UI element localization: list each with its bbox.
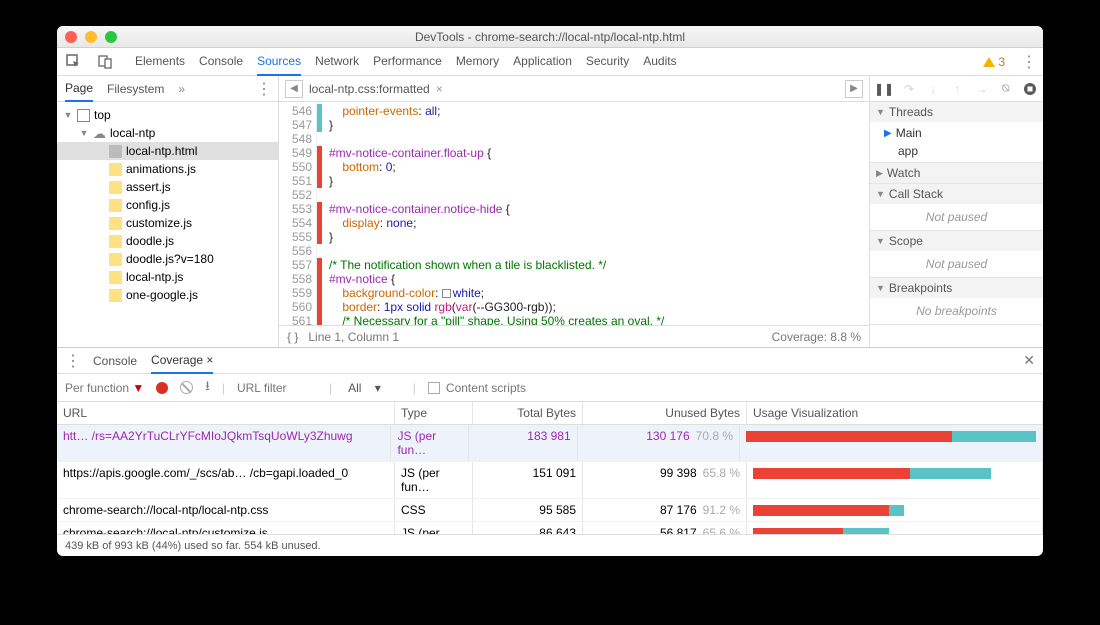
record-icon[interactable] bbox=[156, 382, 168, 394]
tab-filesystem[interactable]: Filesystem bbox=[107, 77, 164, 101]
file-tab[interactable]: local-ntp.css:formatted × bbox=[309, 82, 443, 96]
js-icon bbox=[109, 163, 122, 176]
col-4[interactable]: Usage Visualization bbox=[747, 402, 1043, 424]
content-scripts-checkbox[interactable]: Content scripts bbox=[428, 381, 526, 395]
coverage-summary: 439 kB of 993 kB (44%) used so far. 554 … bbox=[57, 534, 1043, 556]
coverage-table: URLTypeTotal BytesUnused BytesUsage Visu… bbox=[57, 402, 1043, 534]
navigator-sidebar: Page Filesystem » ⋮ ▼top▼☁local-ntplocal… bbox=[57, 76, 279, 347]
titlebar: DevTools - chrome-search://local-ntp/loc… bbox=[57, 26, 1043, 48]
table-row[interactable]: htt… /rs=AA2YrTuCLrYFcMIoJQkmTsqUoWLy3Zh… bbox=[57, 425, 1043, 462]
tree-item[interactable]: doodle.js?v=180 bbox=[57, 250, 278, 268]
tab-application[interactable]: Application bbox=[513, 48, 572, 76]
clear-icon[interactable] bbox=[180, 381, 193, 394]
js-icon bbox=[109, 235, 122, 248]
tree-item[interactable]: local-ntp.js bbox=[57, 268, 278, 286]
tab-coverage[interactable]: Coverage × bbox=[151, 348, 213, 374]
editor-pane: ◀ local-ntp.css:formatted × ▶ 5465475485… bbox=[279, 76, 870, 347]
coverage-mode-select[interactable]: Per function ▼ bbox=[65, 381, 144, 395]
col-0[interactable]: URL bbox=[57, 402, 395, 424]
tree-item[interactable]: config.js bbox=[57, 196, 278, 214]
history-back-icon[interactable]: ◀ bbox=[285, 80, 303, 98]
section-breakpoints[interactable]: ▼Breakpoints bbox=[870, 278, 1043, 298]
pause-exceptions-icon[interactable] bbox=[1023, 81, 1037, 97]
inspect-icon[interactable] bbox=[65, 54, 81, 70]
html-icon bbox=[109, 145, 122, 158]
step-icon[interactable]: → bbox=[975, 81, 989, 97]
tab-console[interactable]: Console bbox=[93, 349, 137, 373]
section-callstack[interactable]: ▼Call Stack bbox=[870, 184, 1043, 204]
js-icon bbox=[109, 253, 122, 266]
warning-icon bbox=[983, 57, 995, 67]
close-icon[interactable]: ✕ bbox=[1023, 352, 1035, 369]
thread-app[interactable]: app bbox=[870, 142, 1043, 160]
tree-item[interactable]: ▼top bbox=[57, 106, 278, 124]
type-filter-select[interactable]: All ▾ bbox=[344, 381, 401, 395]
more-tabs-icon[interactable]: » bbox=[178, 82, 185, 96]
devtools-window: DevTools - chrome-search://local-ntp/loc… bbox=[57, 26, 1043, 556]
tab-network[interactable]: Network bbox=[315, 48, 359, 76]
section-threads[interactable]: ▼Threads bbox=[870, 102, 1043, 122]
step-out-icon[interactable]: ↑ bbox=[950, 81, 964, 97]
section-watch[interactable]: ▶Watch bbox=[870, 163, 1043, 183]
tab-memory[interactable]: Memory bbox=[456, 48, 499, 76]
thread-main[interactable]: ▶Main bbox=[870, 124, 1043, 142]
section-scope[interactable]: ▼Scope bbox=[870, 231, 1043, 251]
step-into-icon[interactable]: ↓ bbox=[926, 81, 940, 97]
tree-item[interactable]: one-google.js bbox=[57, 286, 278, 304]
tab-audits[interactable]: Audits bbox=[643, 48, 676, 76]
table-row[interactable]: chrome-search://local-ntp/customize.jsJS… bbox=[57, 522, 1043, 534]
format-icon[interactable]: { } bbox=[287, 330, 298, 344]
deactivate-bp-icon[interactable]: ⍉ bbox=[999, 81, 1013, 97]
col-3[interactable]: Unused Bytes bbox=[583, 402, 747, 424]
tab-security[interactable]: Security bbox=[586, 48, 629, 76]
cursor-position: Line 1, Column 1 bbox=[308, 330, 399, 344]
cloud-icon: ☁ bbox=[93, 127, 106, 140]
warnings-badge[interactable]: 3 bbox=[983, 55, 1005, 69]
close-icon[interactable]: × bbox=[436, 82, 443, 96]
tree-item[interactable]: customize.js bbox=[57, 214, 278, 232]
col-1[interactable]: Type bbox=[395, 402, 473, 424]
table-row[interactable]: https://apis.google.com/_/scs/ab… /cb=ga… bbox=[57, 462, 1043, 499]
file-tab-label: local-ntp.css:formatted bbox=[309, 82, 430, 96]
coverage-stat: Coverage: 8.8 % bbox=[772, 330, 861, 344]
minimize-icon[interactable] bbox=[85, 31, 97, 43]
device-icon[interactable] bbox=[97, 54, 113, 70]
window-title: DevTools - chrome-search://local-ntp/loc… bbox=[57, 30, 1043, 44]
code-editor[interactable]: 5465475485495505515525535545555565575585… bbox=[279, 102, 869, 325]
drawer-menu-icon[interactable]: ⋮ bbox=[65, 351, 79, 371]
tab-performance[interactable]: Performance bbox=[373, 48, 442, 76]
tab-sources[interactable]: Sources bbox=[257, 48, 301, 76]
main-toolbar: Elements Console Sources Network Performance… bbox=[57, 48, 1043, 76]
pause-icon[interactable]: ❚❚ bbox=[876, 81, 892, 97]
table-row[interactable]: chrome-search://local-ntp/local-ntp.cssC… bbox=[57, 499, 1043, 522]
tab-console[interactable]: Console bbox=[199, 48, 243, 76]
js-icon bbox=[109, 217, 122, 230]
tab-page[interactable]: Page bbox=[65, 76, 93, 102]
export-icon[interactable]: ⭳ bbox=[205, 377, 210, 399]
menu-icon[interactable]: ⋮ bbox=[1021, 52, 1035, 72]
editor-status: { } Line 1, Column 1 Coverage: 8.8 % bbox=[279, 325, 869, 347]
js-icon bbox=[109, 181, 122, 194]
traffic-lights bbox=[65, 31, 117, 43]
frame-icon bbox=[77, 109, 90, 122]
js-icon bbox=[109, 289, 122, 302]
sidebar-menu-icon[interactable]: ⋮ bbox=[256, 79, 270, 99]
current-thread-icon: ▶ bbox=[884, 128, 892, 139]
tree-item[interactable]: assert.js bbox=[57, 178, 278, 196]
history-forward-icon[interactable]: ▶ bbox=[845, 80, 863, 98]
url-filter-input[interactable] bbox=[237, 381, 317, 395]
js-icon bbox=[109, 199, 122, 212]
tree-item[interactable]: local-ntp.html bbox=[57, 142, 278, 160]
close-icon[interactable] bbox=[65, 31, 77, 43]
step-over-icon[interactable]: ↷ bbox=[902, 81, 916, 97]
tree-item[interactable]: ▼☁local-ntp bbox=[57, 124, 278, 142]
tree-item[interactable]: doodle.js bbox=[57, 232, 278, 250]
js-icon bbox=[109, 271, 122, 284]
drawer: ⋮ Console Coverage × ✕ Per function ▼ ⭳ … bbox=[57, 347, 1043, 556]
tab-elements[interactable]: Elements bbox=[135, 48, 185, 76]
maximize-icon[interactable] bbox=[105, 31, 117, 43]
tree-item[interactable]: animations.js bbox=[57, 160, 278, 178]
col-2[interactable]: Total Bytes bbox=[473, 402, 583, 424]
debugger-pane: ❚❚ ↷ ↓ ↑ → ⍉ ▼Threads ▶Main app ▶Watch ▼… bbox=[870, 76, 1043, 347]
